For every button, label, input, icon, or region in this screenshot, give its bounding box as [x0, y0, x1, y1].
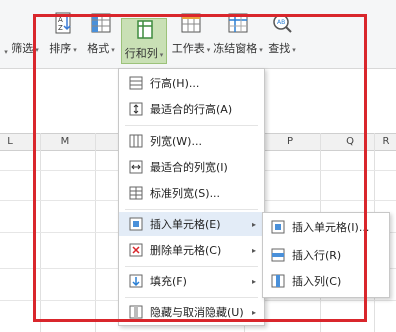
column-header[interactable]: Q	[340, 134, 360, 150]
freeze-panes-label: 冻结窗格	[213, 42, 258, 55]
column-width-icon	[129, 134, 143, 148]
freeze-panes-icon	[228, 13, 248, 33]
sort-label: 排序	[49, 42, 72, 55]
menu-item-label: 插入单元格(E)	[150, 218, 221, 231]
submenu-item-insert-column[interactable]: 插入列(C)	[263, 269, 389, 293]
menu-item-hide-unhide[interactable]: 隐藏与取消隐藏(U) ▸	[119, 300, 264, 324]
ribbon-toolbar: ▾ 筛选 ▾ A Z 排序 ▾ 格式 ▾ 行和列 ▾ 工作表 ▾ 冻结窗格 ▾ …	[0, 0, 396, 69]
best-column-width-icon	[129, 160, 143, 174]
magnifier-icon: AB	[273, 14, 292, 33]
menu-item-column-width[interactable]: 列宽(W)...	[119, 129, 264, 153]
column-header[interactable]: R	[376, 134, 396, 150]
menu-item-label: 行高(H)...	[150, 77, 200, 90]
delete-cells-icon	[129, 243, 143, 257]
sort-icon: A Z	[55, 12, 71, 34]
column-header[interactable]: M	[40, 134, 90, 150]
menu-item-best-row-height[interactable]: 最适合的行高(A)	[119, 97, 264, 121]
submenu-arrow-icon: ▸	[251, 219, 256, 229]
menu-item-standard-column-width[interactable]: 标准列宽(S)...	[119, 181, 264, 205]
menu-item-delete-cells[interactable]: 删除单元格(C) ▸	[119, 238, 264, 262]
worksheet-button[interactable]: 工作表 ▾	[170, 8, 212, 62]
submenu-item-label: 插入行(R)	[292, 249, 342, 262]
menu-item-label: 隐藏与取消隐藏(U)	[150, 306, 244, 319]
svg-text:A: A	[58, 16, 63, 24]
ribbon-overflow[interactable]: ▾	[0, 8, 10, 62]
insert-cells-icon	[129, 217, 143, 231]
menu-item-label: 最适合的列宽(I)	[150, 161, 228, 174]
menu-item-fill[interactable]: 填充(F) ▸	[119, 269, 264, 293]
insert-row-icon	[271, 248, 285, 262]
format-label: 格式	[87, 42, 110, 55]
menu-item-label: 列宽(W)...	[150, 135, 202, 148]
menu-separator	[125, 297, 258, 298]
format-button[interactable]: 格式 ▾	[84, 8, 118, 62]
find-button[interactable]: AB 查找 ▾	[264, 8, 300, 62]
freeze-panes-button[interactable]: 冻结窗格 ▾	[213, 8, 263, 62]
submenu-arrow-icon: ▸	[251, 245, 256, 255]
menu-separator	[125, 125, 258, 126]
worksheet-label: 工作表	[171, 42, 205, 55]
filter-button[interactable]: 筛选 ▾	[10, 8, 40, 62]
column-header[interactable]: P	[275, 134, 305, 150]
insert-column-icon	[271, 274, 285, 288]
menu-separator	[125, 266, 258, 267]
filter-icon	[14, 12, 36, 34]
find-label: 查找	[268, 42, 291, 55]
worksheet-icon	[181, 13, 201, 33]
best-row-height-icon	[129, 102, 143, 116]
menu-item-best-column-width[interactable]: 最适合的列宽(I)	[119, 155, 264, 179]
submenu-arrow-icon: ▸	[251, 276, 256, 286]
submenu-item-insert-row[interactable]: 插入行(R)	[263, 243, 389, 267]
submenu-item-insert-cells[interactable]: 插入单元格(I)...	[263, 215, 389, 239]
menu-item-label: 标准列宽(S)...	[150, 187, 221, 200]
submenu-arrow-icon: ▸	[251, 307, 256, 317]
submenu-item-label: 插入列(C)	[292, 275, 342, 288]
fill-icon	[129, 274, 143, 288]
menu-separator	[125, 209, 258, 210]
svg-text:Z: Z	[58, 24, 63, 32]
standard-column-width-icon	[129, 186, 143, 200]
insert-cells-submenu: 插入单元格(I)... 插入行(R) 插入列(C)	[262, 212, 390, 298]
svg-text:AB: AB	[277, 19, 285, 26]
format-icon	[91, 13, 111, 33]
hide-unhide-icon	[129, 305, 143, 319]
filter-label: 筛选	[11, 42, 34, 55]
sort-button[interactable]: A Z 排序 ▾	[46, 8, 80, 62]
rows-columns-label: 行和列	[124, 47, 158, 60]
rows-columns-icon	[137, 20, 153, 39]
insert-cells-icon	[271, 220, 285, 234]
column-header[interactable]: L	[0, 134, 20, 150]
menu-item-label: 删除单元格(C)	[150, 244, 222, 257]
menu-item-row-height[interactable]: 行高(H)...	[119, 71, 264, 95]
submenu-item-label: 插入单元格(I)...	[292, 221, 370, 234]
rows-columns-menu: 行高(H)... 最适合的行高(A) 列宽(W)... 最适合的列宽(I) 标准…	[118, 68, 265, 326]
menu-item-insert-cells[interactable]: 插入单元格(E) ▸	[119, 212, 264, 236]
rows-columns-button[interactable]: 行和列 ▾	[121, 18, 167, 64]
row-height-icon	[129, 76, 143, 90]
menu-item-label: 填充(F)	[150, 275, 187, 288]
menu-item-label: 最适合的行高(A)	[150, 103, 233, 116]
